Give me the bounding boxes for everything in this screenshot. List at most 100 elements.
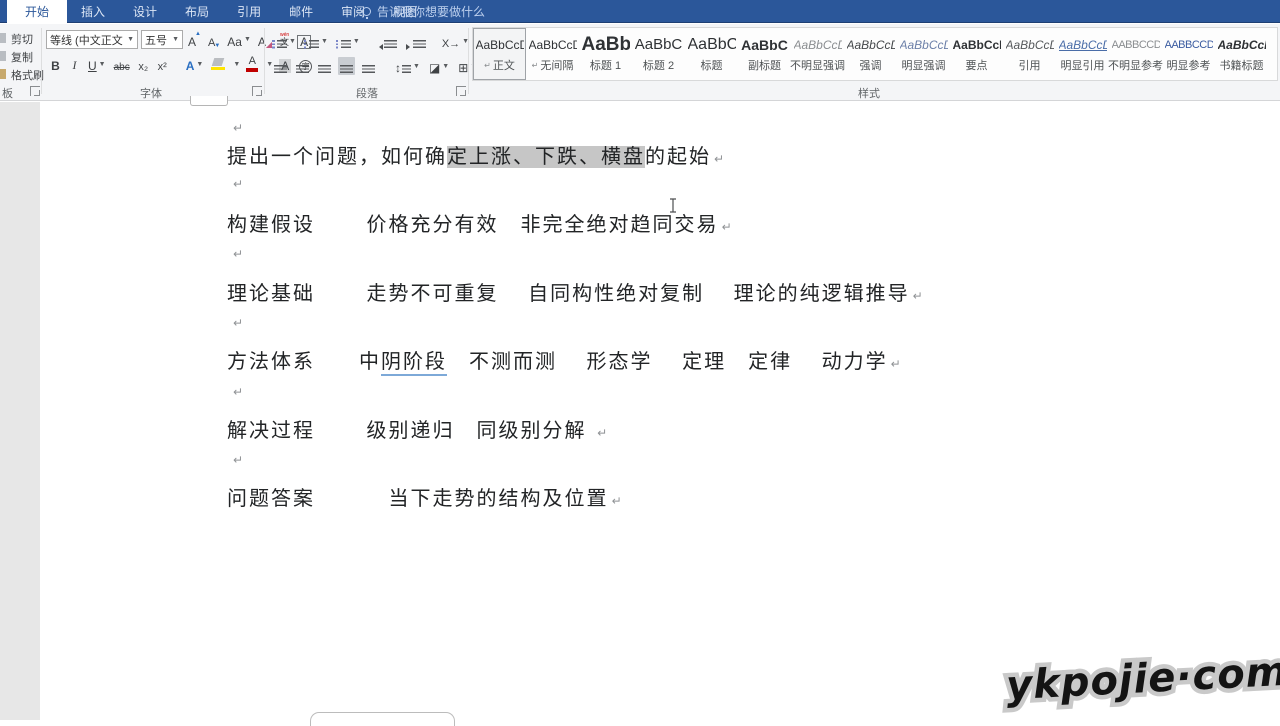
style-item[interactable]: AaBbCcD引用 [1003, 28, 1056, 80]
style-item[interactable]: AaBbCcD书籍标题 [1215, 28, 1268, 80]
asian-layout-button[interactable]: X→▼ [440, 32, 471, 50]
style-item[interactable]: AaBbCcDd↵无间隔 [526, 28, 579, 80]
empty-paragraph-mark: ↵ [233, 177, 243, 191]
document-page[interactable]: ykpojie·com ↵提出一个问题，如何确定上涨、下跌、横盘的起始↵↵构建假… [40, 102, 1280, 720]
style-label: 不明显参考 [1108, 57, 1163, 73]
document-line[interactable]: 构建假设 价格充分有效 非完全绝对趋同交易↵ [227, 213, 732, 239]
strikethrough-button[interactable]: abc [112, 55, 132, 73]
style-item[interactable]: AaBbCcD明显引用 [1056, 28, 1109, 80]
font-color-button[interactable]: A [244, 55, 260, 73]
grow-font-button[interactable]: A▲ [186, 31, 203, 49]
bullet-list-button[interactable]: ▼ [270, 32, 298, 50]
italic-button[interactable]: I [67, 55, 82, 73]
styles-gallery: AaBbCcDd↵正文AaBbCcDd↵无间隔AaBbC标题 1AaBbC标题 … [472, 27, 1278, 81]
subscript-button[interactable]: x₂ [136, 55, 151, 73]
change-case-button[interactable]: Aa▼ [225, 31, 253, 49]
font-name-combo[interactable]: 等线 (中文正文 ▼ [46, 30, 138, 49]
document-line[interactable]: 方法体系 中阴阶段 不测而测 形态学 定理 定律 动力学↵ [227, 350, 901, 376]
empty-paragraph-mark: ↵ [233, 316, 243, 330]
clipboard-dialog-launcher[interactable] [30, 86, 40, 96]
document-line[interactable]: 解决过程 级别递归 同级别分解 ↵ [227, 419, 607, 445]
shape-fragment-bottom[interactable] [310, 712, 455, 726]
style-item[interactable]: AaBbCcD不明显强调 [791, 28, 844, 80]
style-item[interactable]: AaBbCcD强调 [844, 28, 897, 80]
group-separator [41, 28, 42, 94]
align-left-button[interactable] [272, 57, 289, 75]
style-item[interactable]: AaBbC 标题 2 [632, 28, 685, 80]
shading-button[interactable]: ◪▼ [427, 57, 451, 75]
style-label: 标题 2 [643, 57, 674, 73]
spellcheck-underlined-text: 阴阶段 [381, 351, 447, 376]
highlighter-icon [212, 58, 225, 66]
bold-button[interactable]: B [48, 55, 63, 73]
style-item[interactable]: AaBbC标题 1 [579, 28, 632, 80]
style-item[interactable]: AaBbC副标题 [738, 28, 791, 80]
distribute-button[interactable] [360, 57, 377, 75]
ribbon: 剪切 复制 格式刷 板 等线 (中文正文 ▼ 五号 ▼ A▲ A▼ Aa▼ [0, 24, 1280, 101]
document-line[interactable]: 问题答案 当下走势的结构及位置↵ [227, 487, 622, 513]
style-preview: AaBbCcD [1059, 35, 1107, 55]
paragraph-dialog-launcher[interactable] [456, 86, 466, 96]
increase-indent-button[interactable] [403, 32, 428, 50]
document-line[interactable]: 理论基础 走势不可重复 自同构性绝对复制 理论的纯逻辑推导↵ [227, 282, 923, 308]
tell-me-box[interactable]: 告诉我你想要做什么 [362, 0, 485, 23]
chevron-down-icon: ▼ [172, 36, 179, 43]
style-label: 引用 [1019, 57, 1041, 73]
style-label: 标题 1 [590, 57, 621, 73]
font-dialog-launcher[interactable] [252, 86, 262, 96]
group-separator [264, 28, 265, 94]
decrease-indent-button[interactable] [374, 32, 399, 50]
paragraph-mark: ↵ [714, 152, 724, 166]
justify-button[interactable] [338, 57, 355, 75]
superscript-button[interactable]: x² [155, 55, 170, 73]
style-item[interactable]: AaBbCcD要点 [950, 28, 1003, 80]
text-run: 不测而测 形态学 定理 定律 动力学 [447, 351, 888, 373]
style-preview: AaBbC [635, 35, 683, 55]
text-run: 理论基础 走势不可重复 自同构性绝对复制 理论的纯逻辑推导 [227, 283, 910, 305]
cut-button[interactable]: 剪切 [9, 29, 35, 47]
watermark: ykpojie·com [1005, 649, 1280, 710]
font-size-combo[interactable]: 五号 ▼ [141, 30, 183, 49]
paragraph-group-label: 段落 [356, 85, 378, 101]
empty-paragraph-mark: ↵ [233, 385, 243, 399]
cut-icon [0, 33, 6, 43]
style-label: ↵无间隔 [532, 57, 574, 73]
ribbon-tab[interactable]: 引用 [223, 0, 275, 23]
shrink-font-button[interactable]: A▼ [206, 31, 222, 49]
style-label: 不明显强调 [790, 57, 845, 73]
chevron-down-icon: ▼ [127, 36, 134, 43]
document-line[interactable]: 提出一个问题，如何确定上涨、下跌、横盘的起始↵ [227, 145, 724, 171]
style-item[interactable]: AABBCCDD明显参考 [1162, 28, 1215, 80]
chevron-down-icon[interactable]: ▼ [233, 61, 240, 68]
selected-text: 定上涨、下跌、横盘 [447, 146, 645, 168]
style-item[interactable]: AaBbCcD 明显强调 [897, 28, 950, 80]
text-effects-button[interactable]: A▼ [184, 55, 206, 73]
style-preview: AaBbC [741, 35, 789, 55]
style-preview: AaBbCcD [900, 35, 948, 55]
font-group-label: 字体 [140, 85, 162, 101]
line-spacing-button[interactable]: ↕▼ [393, 57, 422, 75]
ribbon-tab[interactable]: 插入 [67, 0, 119, 23]
paragraph-mark: ↵ [722, 220, 732, 234]
style-item[interactable]: AABBCCDD不明显参考 [1109, 28, 1162, 80]
copy-button[interactable]: 复制 [9, 47, 35, 65]
empty-paragraph-mark: ↵ [233, 121, 243, 135]
shape-fragment-top[interactable] [190, 96, 228, 106]
paragraph-mark: ↵ [612, 494, 622, 508]
ribbon-tab[interactable]: 布局 [171, 0, 223, 23]
align-right-button[interactable] [316, 57, 333, 75]
align-center-button[interactable] [294, 57, 311, 75]
underline-button[interactable]: U▼ [86, 55, 108, 73]
numbered-list-button[interactable]: ▼ [302, 32, 330, 50]
style-item[interactable]: AaBbCcDd↵正文 [473, 28, 526, 80]
ribbon-tab[interactable]: 邮件 [275, 0, 327, 23]
paragraph-style-icon: ↵ [484, 61, 491, 70]
lightbulb-icon [362, 7, 371, 16]
font-name-value: 等线 (中文正文 [50, 32, 127, 48]
multilevel-list-button[interactable]: ▼ [334, 32, 362, 50]
text-highlight-button[interactable] [209, 55, 227, 73]
ribbon-tab[interactable]: 设计 [119, 0, 171, 23]
style-label: 明显强调 [902, 57, 946, 73]
ribbon-tab[interactable]: 开始 [7, 0, 67, 23]
style-item[interactable]: AaBbC标题 [685, 28, 738, 80]
